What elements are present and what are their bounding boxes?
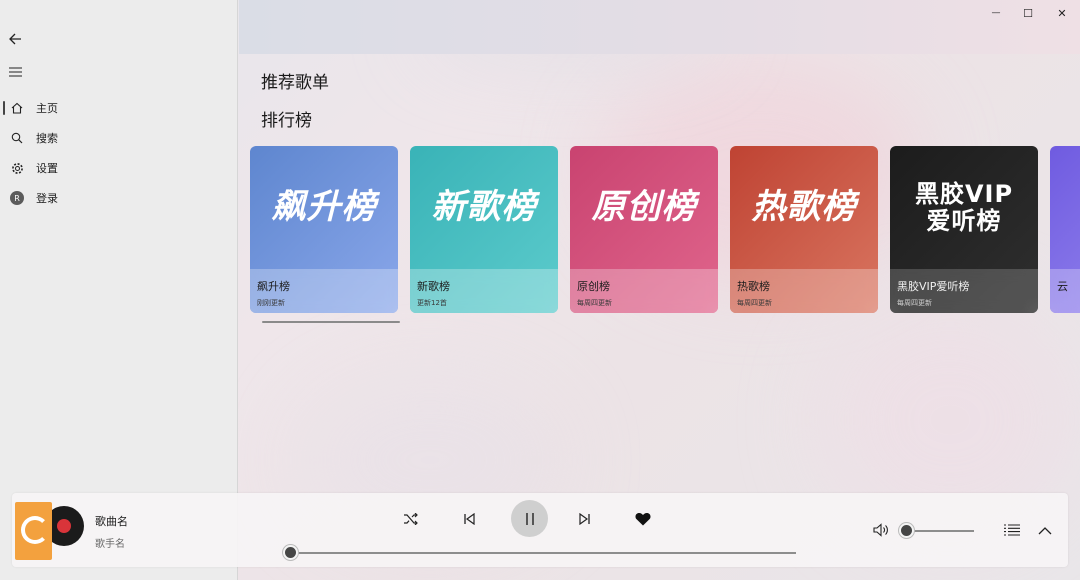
menu-button[interactable] — [0, 59, 30, 85]
progress-knob[interactable] — [283, 545, 298, 560]
playlist-icon — [1004, 524, 1020, 536]
chart-title: 热歌榜 — [737, 280, 770, 293]
chart-info: 热歌榜 每周四更新 — [730, 269, 878, 313]
chart-cover-text: 黑胶VIP 爱听榜 — [915, 181, 1013, 234]
chart-title: 云 — [1057, 280, 1068, 293]
chart-subtitle: 每周四更新 — [897, 299, 932, 307]
song-title[interactable]: 歌曲名 — [95, 513, 128, 529]
avatar-icon: R — [4, 191, 30, 205]
volume-button[interactable] — [868, 517, 894, 543]
close-button[interactable]: ✕ — [1047, 4, 1077, 22]
album-cover[interactable] — [15, 502, 52, 560]
chart-title: 飙升榜 — [257, 280, 290, 293]
volume-icon — [873, 523, 888, 537]
pause-button[interactable] — [511, 500, 548, 537]
next-button[interactable] — [572, 506, 598, 532]
album-art-swirl — [21, 516, 49, 544]
chart-info: 飙升榜 刚刚更新 — [250, 269, 398, 313]
chevron-up-icon — [1038, 526, 1052, 534]
search-icon — [4, 132, 30, 144]
section-title-rankings: 排行榜 — [261, 111, 312, 131]
nav-item-label: 搜索 — [36, 132, 58, 145]
song-artist[interactable]: 歌手名 — [95, 535, 125, 550]
chart-info: 云 — [1050, 269, 1080, 313]
chart-card[interactable]: 飙升榜 飙升榜 刚刚更新 — [250, 146, 398, 313]
like-button[interactable] — [629, 505, 657, 533]
shuffle-icon — [404, 513, 418, 525]
chart-cover-text: 热歌榜 — [751, 186, 857, 227]
nav-item-settings[interactable]: 设置 — [4, 154, 232, 182]
previous-button[interactable] — [456, 506, 482, 532]
pause-icon — [525, 512, 534, 525]
chart-title: 黑胶VIP爱听榜 — [897, 280, 970, 293]
chart-cover-line1: 黑胶VIP — [914, 180, 1014, 209]
gear-icon — [4, 162, 30, 175]
nav-item-search[interactable]: 搜索 — [4, 124, 232, 152]
section-title-recommended: 推荐歌单 — [261, 73, 329, 93]
chart-card[interactable]: 云 — [1050, 146, 1080, 313]
minimize-icon: — — [991, 8, 1001, 18]
playlist-button[interactable] — [999, 517, 1025, 543]
chart-card[interactable]: 黑胶VIP 爱听榜 黑胶VIP爱听榜 每周四更新 — [890, 146, 1038, 313]
chart-cover-text: 原创榜 — [591, 186, 697, 227]
previous-icon — [464, 513, 475, 525]
nav-item-label: 登录 — [36, 192, 58, 205]
chart-info: 黑胶VIP爱听榜 每周四更新 — [890, 269, 1038, 313]
maximize-icon: ☐ — [1023, 6, 1033, 20]
chart-card[interactable]: 新歌榜 新歌榜 更新12首 — [410, 146, 558, 313]
chart-subtitle: 每周四更新 — [737, 299, 772, 307]
back-button[interactable] — [0, 26, 30, 52]
volume-track[interactable] — [908, 530, 974, 532]
chart-subtitle: 更新12首 — [417, 299, 447, 307]
next-icon — [579, 513, 590, 525]
expand-button[interactable] — [1032, 517, 1058, 543]
chart-card[interactable]: 原创榜 原创榜 每周四更新 — [570, 146, 718, 313]
volume-knob[interactable] — [899, 523, 914, 538]
minimize-button[interactable]: — — [981, 4, 1011, 22]
title-bar — [239, 0, 1080, 54]
shuffle-button[interactable] — [398, 506, 424, 532]
chart-subtitle: 每周四更新 — [577, 299, 612, 307]
chart-cover-line2: 爱听榜 — [926, 206, 1002, 235]
nav-item-login[interactable]: R 登录 — [4, 184, 232, 212]
nav-item-label: 主页 — [36, 102, 58, 115]
progress-track[interactable] — [290, 552, 796, 554]
chart-subtitle: 刚刚更新 — [257, 299, 285, 307]
chart-info: 新歌榜 更新12首 — [410, 269, 558, 313]
ranking-list: 飙升榜 飙升榜 刚刚更新 新歌榜 新歌榜 更新12首 原创榜 原创榜 每周四更新… — [250, 146, 1080, 314]
chart-title: 原创榜 — [577, 280, 610, 293]
chart-title: 新歌榜 — [417, 280, 450, 293]
chart-cover-text: 飙升榜 — [271, 186, 377, 227]
home-icon — [4, 102, 30, 114]
chart-info: 原创榜 每周四更新 — [570, 269, 718, 313]
close-icon: ✕ — [1057, 6, 1067, 20]
nav-item-label: 设置 — [36, 162, 58, 175]
back-arrow-icon — [9, 33, 21, 45]
maximize-button[interactable]: ☐ — [1013, 4, 1043, 22]
player-bar: 歌曲名 歌手名 — [12, 493, 1068, 567]
nav-item-home[interactable]: 主页 — [3, 94, 232, 122]
hamburger-icon — [8, 67, 22, 77]
chart-cover-text: 新歌榜 — [431, 186, 537, 227]
horizontal-scrollbar[interactable] — [262, 321, 400, 323]
heart-icon — [635, 512, 651, 526]
chart-card[interactable]: 热歌榜 热歌榜 每周四更新 — [730, 146, 878, 313]
avatar: R — [10, 191, 24, 205]
